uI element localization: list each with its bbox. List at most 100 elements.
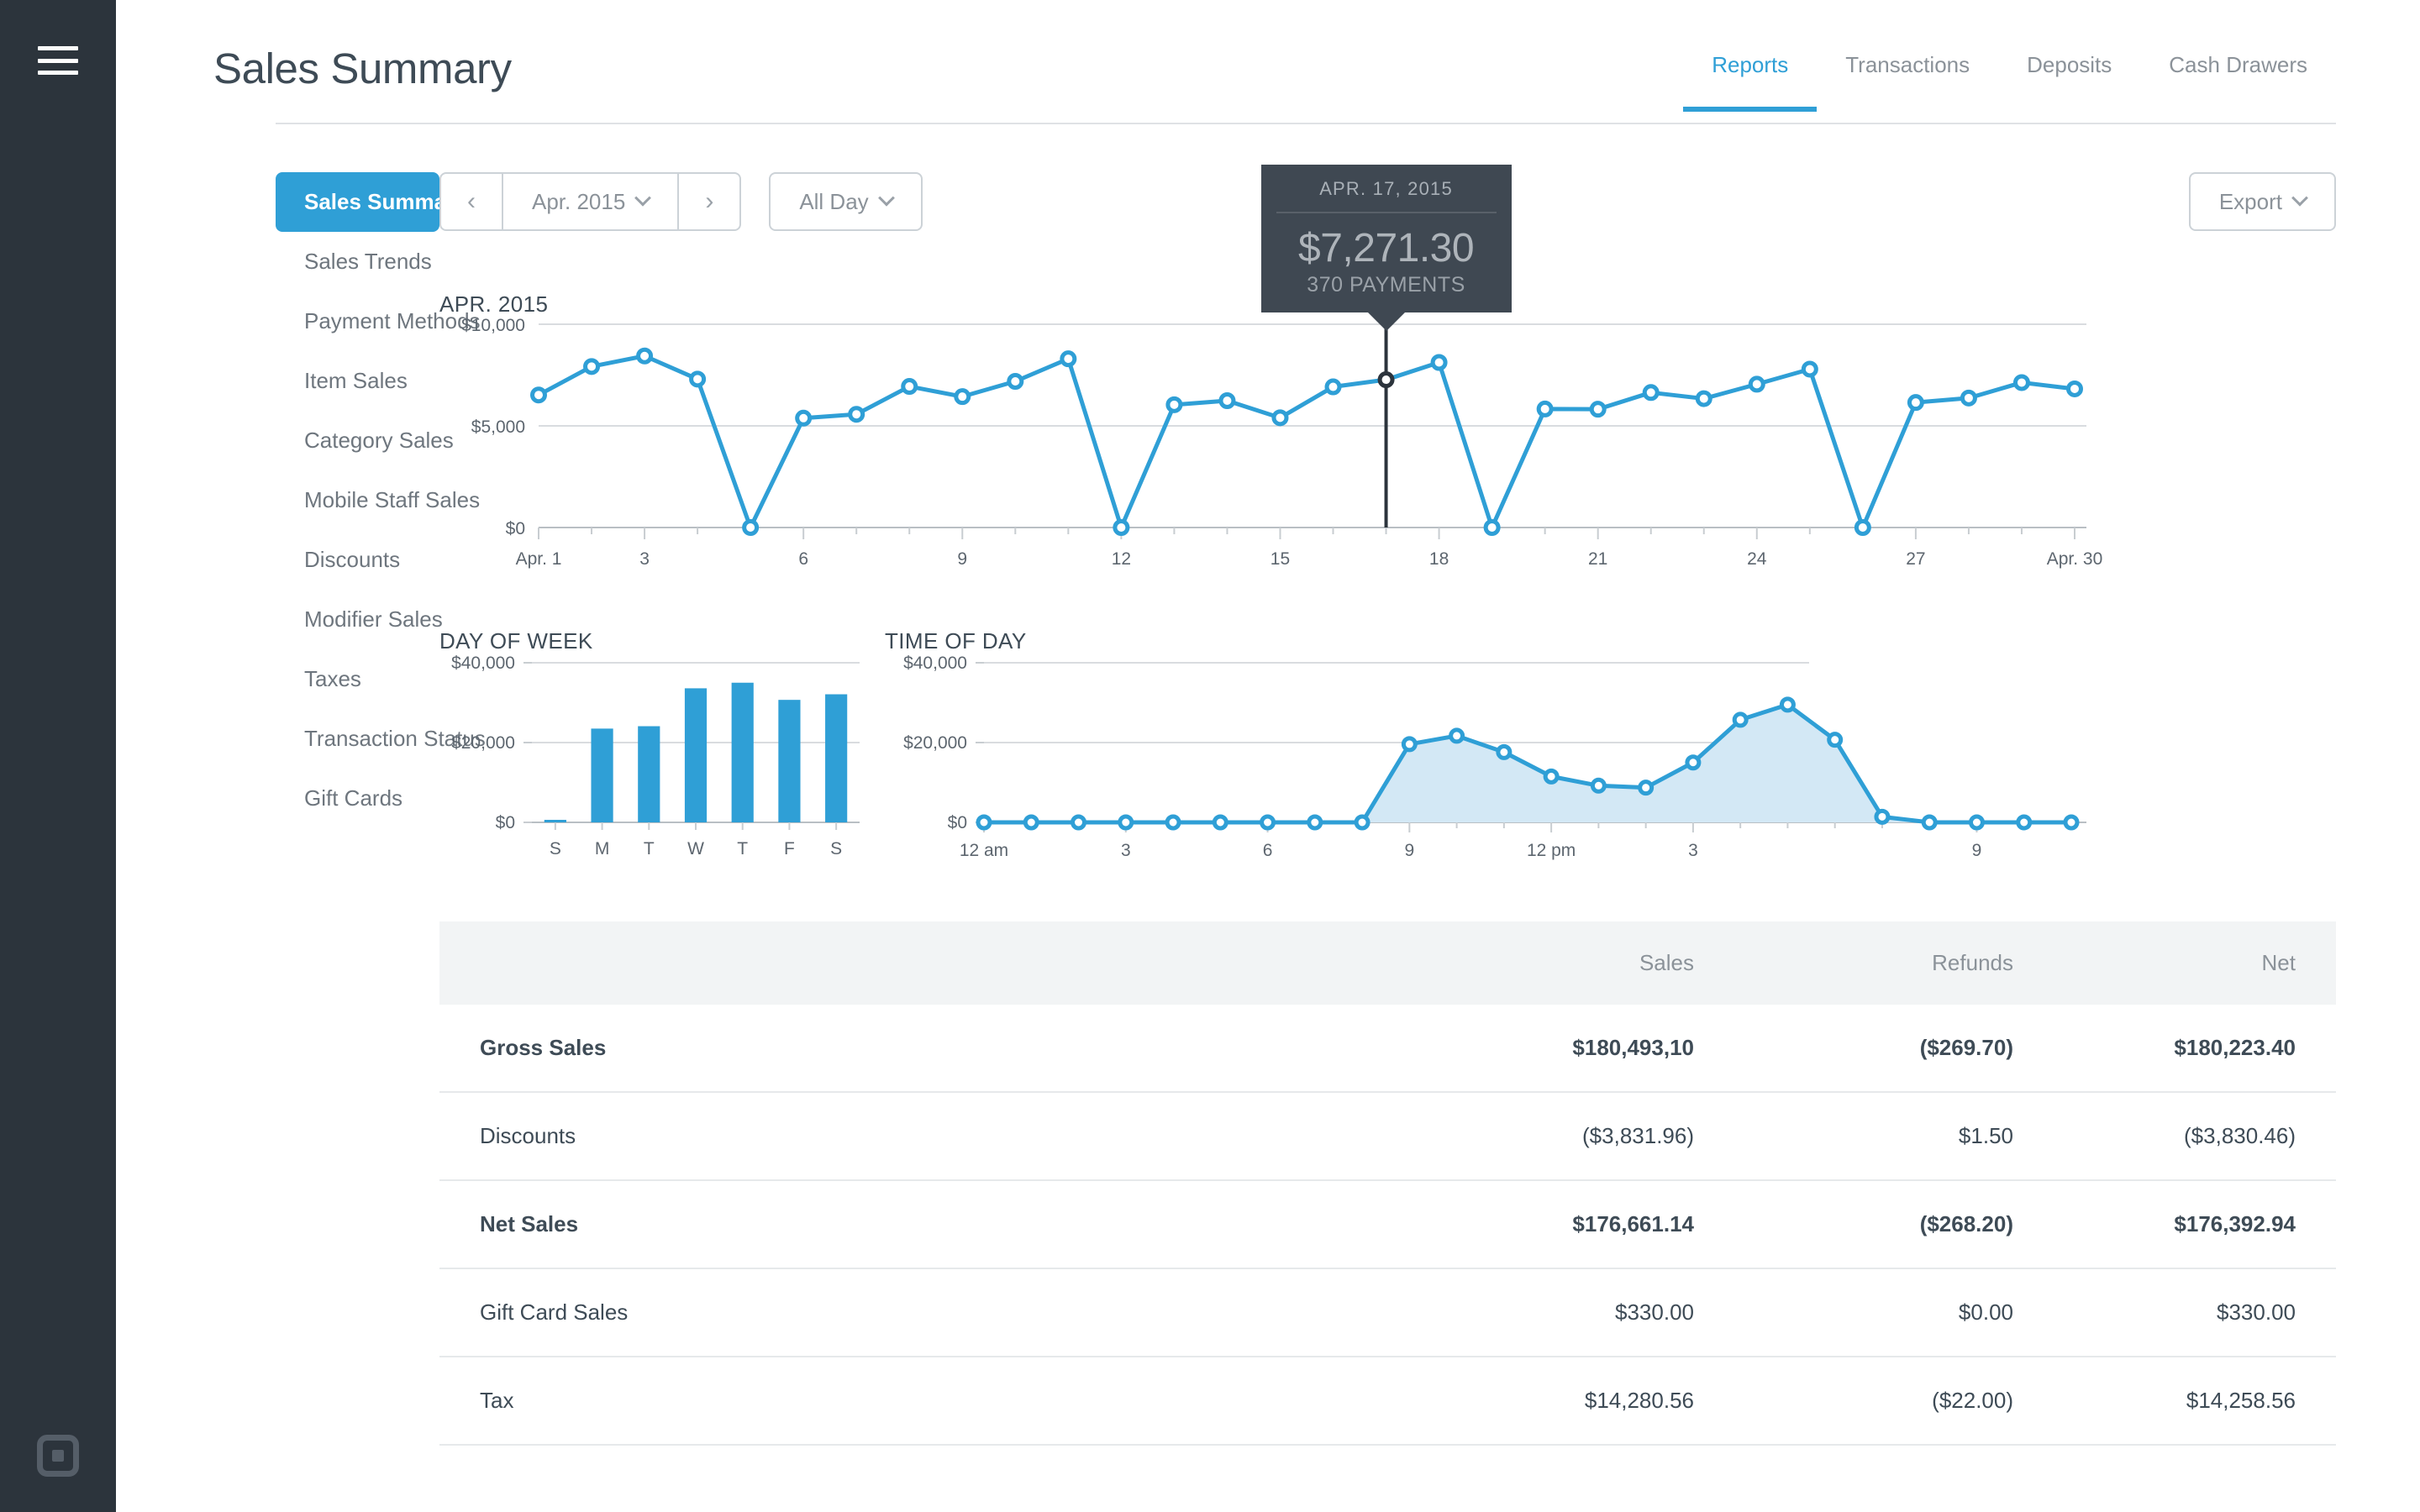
row-label: Net Sales <box>439 1180 1361 1269</box>
cell-sales: $180,493,10 <box>1361 1005 1714 1093</box>
svg-text:Apr. 1: Apr. 1 <box>516 549 562 569</box>
tooltip-date: APR. 17, 2015 <box>1319 178 1453 199</box>
daypart-label: All Day <box>799 188 869 214</box>
svg-text:3: 3 <box>1121 841 1131 860</box>
tooltip-arrow <box>1367 312 1405 331</box>
table-header-row: Sales Refunds Net <box>439 921 2336 1005</box>
next-period-button[interactable]: › <box>679 174 739 229</box>
tod-chart-title: TIME OF DAY <box>885 628 1027 654</box>
header-divider <box>276 123 2336 124</box>
svg-text:9: 9 <box>957 549 967 569</box>
period-label: Apr. 2015 <box>532 188 626 214</box>
col-header-refunds: Refunds <box>1932 950 2013 975</box>
col-header-sales: Sales <box>1639 950 1694 975</box>
sidebar-item-item-sales[interactable]: Item Sales <box>276 351 439 411</box>
svg-text:$0: $0 <box>496 813 515 832</box>
svg-text:Apr. 30: Apr. 30 <box>2047 549 2103 569</box>
svg-text:$20,000: $20,000 <box>451 733 515 753</box>
table-row: Gross Sales $180,493,10 ($269.70) $180,223.… <box>439 1005 2336 1093</box>
sidebar-item-taxes[interactable]: Taxes <box>276 649 439 709</box>
sidebar-item-sales-summary[interactable]: Sales Summary <box>276 172 467 232</box>
row-label: Gross Sales <box>439 1005 1361 1093</box>
svg-text:$40,000: $40,000 <box>903 654 967 673</box>
table-row: Net Sales $176,661.14 ($268.20) $176,392.94 <box>439 1180 2336 1269</box>
tab-transactions[interactable]: Transactions <box>1817 52 1998 112</box>
tab-reports[interactable]: Reports <box>1683 52 1818 112</box>
page-title: Sales Summary <box>213 45 512 92</box>
chevron-down-icon <box>2291 189 2308 207</box>
cell-sales: $14,280.56 <box>1361 1357 1714 1446</box>
svg-text:T: T <box>644 839 655 858</box>
time-of-day-chart: TIME OF DAY $0 $20,000 $40,000 12 am 3 6 9 12 p… <box>885 628 2336 881</box>
date-range-segmented-control: ‹ Apr. 2015 › <box>439 172 742 231</box>
cell-refunds: ($22.00) <box>1714 1357 2033 1446</box>
sidebar-item-payment-methods[interactable]: Payment Methods <box>276 291 481 351</box>
main-column: Sales Summary Reports Transactions Depos… <box>116 0 2420 1512</box>
cell-net: $330.00 <box>2033 1268 2336 1357</box>
report-nav: Sales Summary Sales Trends Payment Metho… <box>116 133 486 1446</box>
summary-table: Sales Refunds Net Gross Sales $180,493,10… <box>439 921 2336 1446</box>
svg-text:M: M <box>595 839 610 858</box>
svg-text:15: 15 <box>1270 549 1290 569</box>
sidebar-item-mobile-staff-sales[interactable]: Mobile Staff Sales <box>276 470 480 530</box>
tooltip-payments: 370 PAYMENTS <box>1307 273 1465 297</box>
svg-text:21: 21 <box>1588 549 1607 569</box>
svg-text:24: 24 <box>1747 549 1767 569</box>
time-of-day-svg[interactable]: $0 $20,000 $40,000 12 am 3 6 9 12 pm 3 9 <box>885 654 2086 881</box>
app-root: Sales Summary Reports Transactions Depos… <box>0 0 2420 1512</box>
svg-text:18: 18 <box>1429 549 1449 569</box>
sidebar-item-gift-cards[interactable]: Gift Cards <box>276 769 439 828</box>
export-label: Export <box>2218 188 2282 214</box>
hamburger-bar <box>38 58 78 63</box>
sidebar-item-category-sales[interactable]: Category Sales <box>276 411 454 470</box>
svg-text:27: 27 <box>1906 549 1925 569</box>
table-row: Discounts ($3,831.96) $1.50 ($3,830.46) <box>439 1092 2336 1181</box>
svg-text:12 pm: 12 pm <box>1527 841 1576 860</box>
sidebar-item-transaction-status[interactable]: Transaction Status <box>276 709 486 769</box>
col-header-label <box>439 921 1361 1005</box>
square-logo-icon[interactable] <box>37 1435 79 1477</box>
body-wrapper: Sales Summary Sales Trends Payment Metho… <box>116 133 2420 1446</box>
prev-period-button[interactable]: ‹ <box>441 174 502 229</box>
tab-deposits[interactable]: Deposits <box>1998 52 2140 112</box>
svg-text:$40,000: $40,000 <box>451 654 515 673</box>
cell-net: $14,258.56 <box>2033 1357 2336 1446</box>
monthly-sales-svg[interactable]: $0 $5,000 $10,000 Apr. 1 3 6 9 12 15 18 21 24 27 Apr.… <box>439 265 2102 603</box>
cell-refunds: $0.00 <box>1714 1268 2033 1357</box>
sidebar-item-discounts[interactable]: Discounts <box>276 530 439 590</box>
page-header: Sales Summary Reports Transactions Depos… <box>116 0 2420 133</box>
daypart-select[interactable]: All Day <box>769 172 923 231</box>
hamburger-icon[interactable] <box>38 46 78 75</box>
period-select[interactable]: Apr. 2015 <box>503 174 677 229</box>
svg-text:$5,000: $5,000 <box>471 417 525 437</box>
cell-sales: ($3,831.96) <box>1361 1092 1714 1181</box>
cell-net: $180,223.40 <box>2033 1005 2336 1093</box>
sidebar-item-modifier-sales[interactable]: Modifier Sales <box>276 590 443 649</box>
row-label: Tax <box>439 1357 1361 1446</box>
svg-text:12: 12 <box>1112 549 1131 569</box>
svg-text:$20,000: $20,000 <box>903 733 967 753</box>
hamburger-bar <box>38 46 78 50</box>
svg-text:9: 9 <box>1405 841 1415 860</box>
tab-cash-drawers[interactable]: Cash Drawers <box>2140 52 2336 112</box>
report-content: ‹ Apr. 2015 › All Day Export APR. 17, 20… <box>439 133 2420 1446</box>
left-rail <box>0 0 116 1512</box>
day-of-week-svg[interactable]: $0 $20,000 $40,000 S M T W T F S <box>439 654 860 881</box>
svg-text:$0: $0 <box>948 813 967 832</box>
svg-text:F: F <box>784 839 795 858</box>
small-charts-row: DAY OF WEEK $0 $20,000 $40,000 S M T W T F S TIME… <box>439 628 2336 881</box>
sidebar-item-sales-trends[interactable]: Sales Trends <box>276 232 439 291</box>
cell-refunds: ($269.70) <box>1714 1005 2033 1093</box>
export-button[interactable]: Export <box>2188 172 2336 231</box>
logo-inner-square <box>52 1450 64 1462</box>
svg-text:S: S <box>830 839 842 858</box>
summary-table-head: Sales Refunds Net <box>439 921 2336 1005</box>
svg-text:$10,000: $10,000 <box>461 316 525 335</box>
day-of-week-chart: DAY OF WEEK $0 $20,000 $40,000 S M T W T F S <box>439 628 885 881</box>
summary-table-body: Gross Sales $180,493,10 ($269.70) $180,223.… <box>439 1005 2336 1446</box>
chart-tooltip: APR. 17, 2015 $7,271.30 370 PAYMENTS <box>1260 165 1512 331</box>
tooltip-amount: $7,271.30 <box>1298 226 1475 270</box>
hamburger-bar <box>38 71 78 75</box>
svg-text:3: 3 <box>639 549 650 569</box>
cell-sales: $330.00 <box>1361 1268 1714 1357</box>
